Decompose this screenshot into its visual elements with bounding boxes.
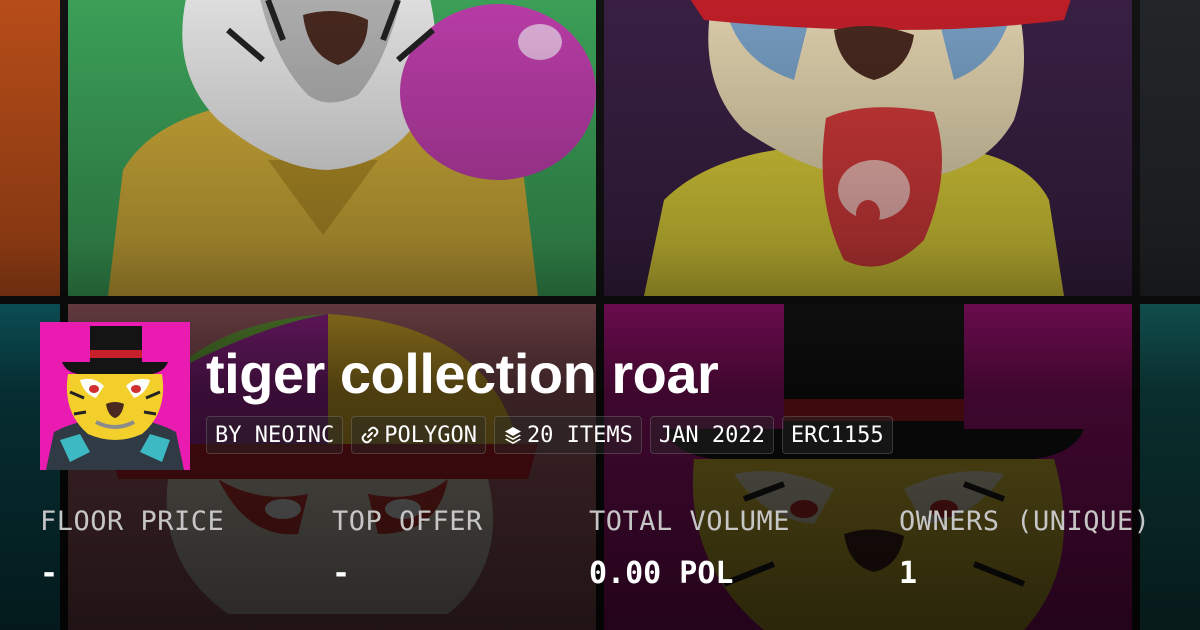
stat-floor-price: FLOOR PRICE -	[40, 504, 224, 592]
collection-avatar	[40, 322, 190, 470]
items-count-chip: 20 ITEMS	[493, 416, 642, 454]
created-date-chip: JAN 2022	[649, 416, 774, 454]
chain-chip-label: POLYGON	[384, 422, 477, 448]
stat-top-offer: TOP OFFER -	[332, 504, 483, 592]
creator-chip[interactable]: BY NEOINC	[206, 416, 344, 454]
creator-chip-label: BY NEOINC	[215, 422, 335, 448]
stat-label: OWNERS (UNIQUE)	[899, 506, 1151, 537]
stat-value: 0.00 POL	[589, 556, 734, 591]
collection-meta-chips: BY NEOINC POLYGON 20 ITEMS JAN 2022 ERC1…	[206, 416, 893, 454]
stat-value: -	[40, 556, 59, 591]
collection-title: tiger collection roar	[206, 342, 719, 405]
stat-label: TOP OFFER	[332, 506, 483, 537]
stat-owners-unique: OWNERS (UNIQUE) 1	[899, 504, 1150, 592]
stat-label: TOTAL VOLUME	[589, 506, 791, 537]
stat-value: 1	[899, 556, 918, 591]
chain-link-icon	[360, 425, 380, 445]
chain-chip[interactable]: POLYGON	[351, 416, 486, 454]
stat-total-volume: TOTAL VOLUME 0.00 POL	[589, 504, 790, 592]
items-count-label: 20 ITEMS	[526, 422, 633, 448]
stat-label: FLOOR PRICE	[40, 506, 225, 537]
token-standard-chip: ERC1155	[781, 416, 893, 454]
created-date-label: JAN 2022	[658, 422, 765, 448]
layers-icon	[503, 425, 523, 445]
stat-value: -	[332, 556, 351, 591]
token-standard-label: ERC1155	[790, 422, 884, 448]
